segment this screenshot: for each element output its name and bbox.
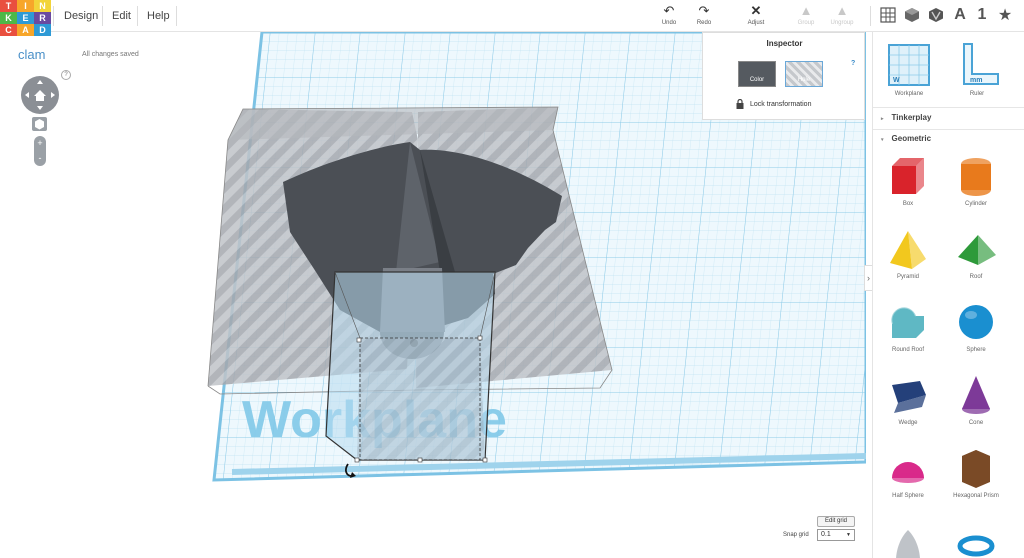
snap-grid-select[interactable]: 0.1 ▼ — [817, 529, 855, 541]
lock-transformation[interactable]: Lock transformation — [736, 99, 811, 109]
tinkercad-editor: Workplane — [0, 0, 1024, 558]
zoom-out-button[interactable]: - — [34, 151, 46, 166]
ruler-icon: mm — [963, 43, 999, 85]
color-button[interactable]: Color — [738, 61, 776, 87]
menu-design[interactable]: Design — [64, 10, 98, 22]
adjust-icon: ✕ — [750, 3, 762, 18]
ungroup-icon: ▲ — [835, 3, 849, 18]
logo-letter: I — [17, 0, 34, 12]
help-icon[interactable]: ? — [61, 70, 71, 80]
hexagonal-prism-icon — [962, 450, 990, 488]
selected-hole-box[interactable] — [325, 271, 496, 478]
inspector-panel: Inspector ? Color Hole Lock transformati… — [702, 32, 865, 120]
ungroup-button[interactable]: ▲ Ungroup — [826, 4, 858, 30]
expand-icon: ▸ — [881, 116, 884, 122]
logo-letter: D — [34, 24, 51, 36]
cube-icon — [35, 119, 44, 130]
star-view-icon[interactable]: ★ — [994, 4, 1016, 26]
svg-text:W: W — [893, 77, 900, 84]
divider — [53, 6, 54, 26]
home-icon[interactable] — [21, 76, 59, 114]
divider — [873, 129, 1024, 130]
shape-partial[interactable] — [946, 532, 1006, 558]
shape-roof[interactable]: Roof — [946, 227, 1006, 280]
design-title[interactable]: clam — [18, 47, 45, 62]
zoom-in-button[interactable]: + — [34, 136, 46, 151]
logo-letter: K — [0, 12, 17, 24]
hole-button[interactable]: Hole — [785, 61, 823, 87]
shape-half-sphere[interactable]: Half Sphere — [878, 446, 938, 499]
menu-edit[interactable]: Edit — [112, 10, 131, 22]
text-view-icon[interactable]: A — [949, 4, 971, 26]
redo-icon: ↷ — [698, 3, 710, 18]
tinkercad-logo[interactable]: TIN KER CAD — [0, 0, 52, 36]
zoom-control: + - — [34, 136, 46, 166]
shapes-view-icon[interactable] — [925, 4, 947, 26]
svg-text:mm: mm — [970, 77, 982, 84]
undo-button[interactable]: ↶ Undo — [653, 4, 685, 30]
collapse-icon: ▾ — [881, 137, 884, 143]
group-icon: ▲ — [799, 3, 813, 18]
cube-view-icon[interactable] — [901, 4, 923, 26]
roof-icon — [958, 235, 996, 265]
logo-letter: N — [34, 0, 51, 12]
shape-wedge[interactable]: Wedge — [878, 373, 938, 426]
logo-letter: C — [0, 24, 17, 36]
pyramid-icon — [890, 231, 926, 269]
snap-grid-label: Snap grid — [783, 532, 809, 538]
logo-letter: T — [0, 0, 17, 12]
box-icon — [892, 158, 924, 194]
logo-letter: E — [17, 12, 34, 24]
logo-letter: R — [34, 12, 51, 24]
menu-help[interactable]: Help — [147, 10, 170, 22]
inspector-title: Inspector — [766, 39, 803, 48]
cone-icon — [962, 376, 990, 414]
sidebar-collapse-button[interactable]: › — [864, 265, 872, 291]
divider — [137, 6, 138, 26]
save-status: All changes saved — [82, 51, 139, 58]
undo-icon: ↶ — [663, 3, 675, 18]
sidebar-item-workplane[interactable]: W Workplane — [879, 42, 939, 97]
shape-cone[interactable]: Cone — [946, 373, 1006, 426]
edit-grid-button[interactable]: Edit grid — [817, 516, 855, 527]
chevron-down-icon: ▼ — [846, 532, 851, 538]
sidebar-item-ruler[interactable]: mm Ruler — [947, 42, 1007, 97]
divider — [102, 6, 103, 26]
round-roof-icon — [890, 306, 924, 338]
number-view-icon[interactable]: 1 — [971, 4, 993, 26]
shape-hexagonal-prism[interactable]: Hexagonal Prism — [946, 446, 1006, 499]
divider — [870, 6, 871, 26]
workplane-icon: W — [888, 44, 930, 86]
view-navigation-wheel[interactable] — [21, 76, 59, 114]
section-geometric[interactable]: ▾ Geometric — [881, 134, 931, 143]
shape-box[interactable]: Box — [878, 154, 938, 207]
shape-cylinder[interactable]: Cylinder — [946, 154, 1006, 207]
paraboloid-icon — [896, 530, 920, 558]
sphere-icon — [959, 305, 993, 339]
torus-icon — [957, 535, 995, 557]
adjust-button[interactable]: ✕ Adjust — [740, 4, 772, 30]
inspector-help-icon[interactable]: ? — [851, 60, 855, 67]
redo-button[interactable]: ↷ Redo — [688, 4, 720, 30]
divider — [873, 107, 1024, 108]
shape-round-roof[interactable]: Round Roof — [878, 300, 938, 353]
cylinder-icon — [961, 158, 991, 196]
logo-letter: A — [17, 24, 34, 36]
top-bar: TINKERCAD Design Edit Help ↶ Undo ↷ Redo… — [0, 0, 1024, 36]
shape-pyramid[interactable]: Pyramid — [878, 227, 938, 280]
divider — [176, 6, 177, 26]
grid-view-icon[interactable] — [877, 4, 899, 26]
half-sphere-icon — [892, 462, 924, 483]
wedge-icon — [892, 381, 926, 413]
shapes-sidebar: W Workplane mm Ruler ▸ Tinkerplay ▾ Geomet… — [872, 32, 1024, 558]
shape-sphere[interactable]: Sphere — [946, 300, 1006, 353]
lock-icon — [736, 99, 744, 109]
shape-partial[interactable] — [878, 526, 938, 558]
section-tinkerplay[interactable]: ▸ Tinkerplay — [881, 113, 931, 122]
group-button[interactable]: ▲ Group — [790, 4, 822, 30]
ortho-view-button[interactable] — [32, 117, 47, 131]
